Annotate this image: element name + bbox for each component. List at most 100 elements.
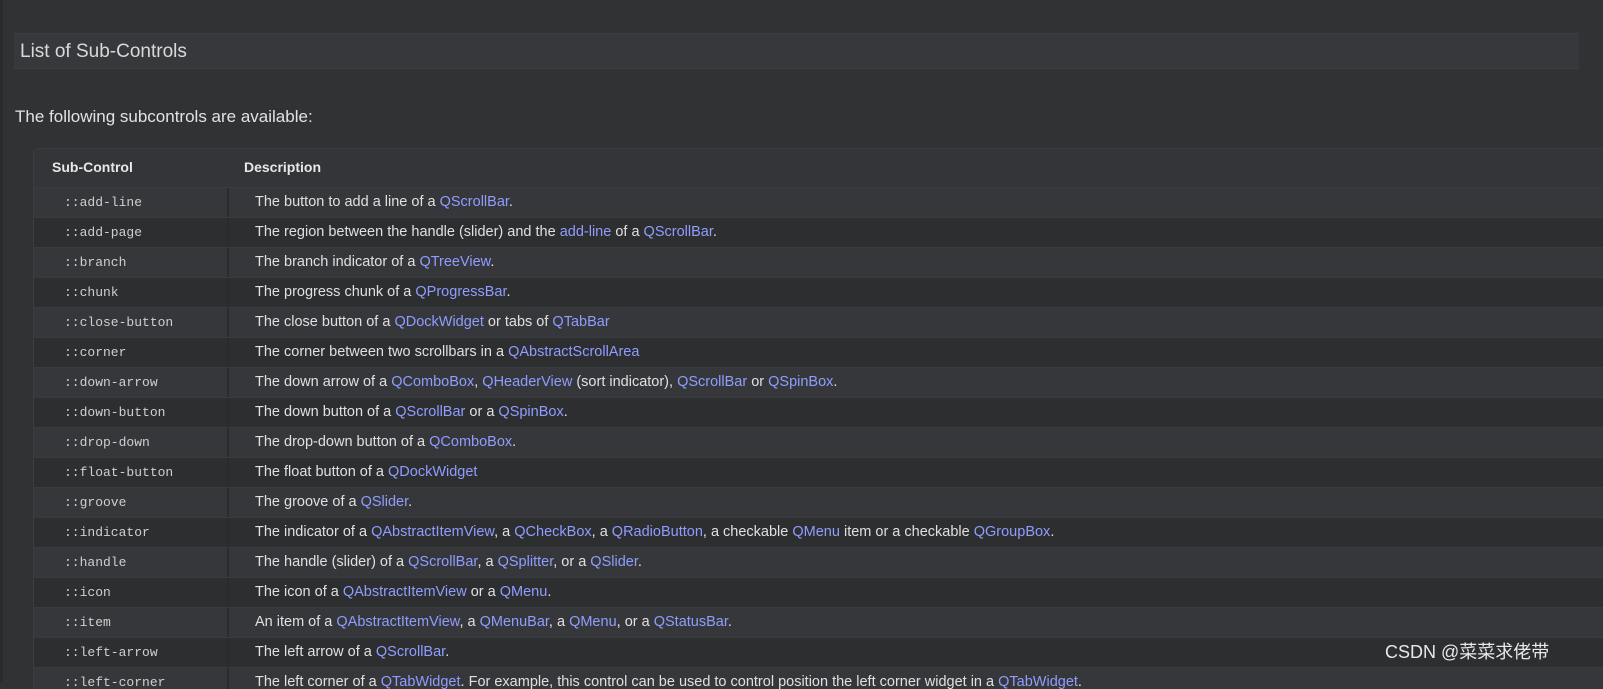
table-row: ::item An item of a QAbstractItemView, a … <box>34 607 1603 637</box>
class-link[interactable]: QSlider <box>590 554 638 570</box>
description-text: , a <box>477 554 498 570</box>
description-text: The handle (slider) of a <box>255 554 409 570</box>
class-link[interactable]: QAbstractScrollArea <box>508 344 639 360</box>
class-link[interactable]: QMenu <box>569 614 617 630</box>
sub-control-cell: ::indicator <box>38 518 229 547</box>
description-text: . <box>445 644 450 660</box>
description-text: . <box>833 374 838 390</box>
description-cell: The float button of a QDockWidget <box>255 458 477 487</box>
description-text: of a <box>611 224 644 240</box>
class-link[interactable]: QAbstractItemView <box>336 614 459 630</box>
class-link[interactable]: QComboBox <box>429 434 512 450</box>
description-text: . <box>506 284 511 300</box>
table-row: ::add-page The region between the handle … <box>34 217 1603 247</box>
header-sub-control: Sub-Control <box>52 159 133 175</box>
description-text: , or a <box>616 614 654 630</box>
description-cell: The corner between two scrollbars in a Q… <box>255 338 639 367</box>
csdn-watermark: CSDN @菜菜求佬带 <box>1385 642 1550 662</box>
description-text: The left corner of a <box>255 674 381 689</box>
class-link[interactable]: QSlider <box>361 494 409 510</box>
description-cell: The groove of a QSlider. <box>255 488 412 517</box>
description-text: The icon of a <box>255 584 343 600</box>
description-text: . <box>712 224 717 240</box>
description-text: or a <box>465 404 499 420</box>
table-row: ::add-line The button to add a line of a … <box>34 187 1603 217</box>
description-text: . <box>508 194 513 210</box>
class-link[interactable]: QMenu <box>792 524 840 540</box>
description-text: The branch indicator of a <box>255 254 420 270</box>
description-text: or <box>747 374 769 390</box>
sub-control-cell: ::handle <box>38 548 229 577</box>
description-text: The progress chunk of a <box>255 284 416 300</box>
class-link[interactable]: QSpinBox <box>768 374 833 390</box>
class-link[interactable]: QMenuBar <box>480 614 549 630</box>
class-link[interactable]: QAbstractItemView <box>343 584 467 600</box>
sub-control-cell: ::branch <box>38 248 229 277</box>
class-link[interactable]: QDockWidget <box>394 314 483 330</box>
intro-text: The following subcontrols are available: <box>15 107 313 126</box>
class-link[interactable]: QSpinBox <box>498 404 563 420</box>
sub-control-cell: ::chunk <box>38 278 229 307</box>
class-link[interactable]: QScrollBar <box>376 644 445 660</box>
sub-control-cell: ::add-page <box>38 218 229 247</box>
class-link[interactable]: QScrollBar <box>440 194 509 210</box>
class-link[interactable]: QHeaderView <box>482 374 572 390</box>
description-cell: The progress chunk of a QProgressBar. <box>255 278 511 307</box>
sub-control-cell: ::down-arrow <box>38 368 229 397</box>
table-row: ::corner The corner between two scrollbar… <box>34 337 1603 367</box>
description-cell: The down arrow of a QComboBox, QHeaderVi… <box>255 368 837 397</box>
subcontrols-table: Sub-Control Description ::add-line The bu… <box>33 148 1603 689</box>
class-link[interactable]: QDockWidget <box>388 464 477 480</box>
table-row: ::left-arrow The left arrow of a QScrollB… <box>34 637 1603 667</box>
description-text: , a <box>591 524 612 540</box>
description-text: or a <box>466 584 500 600</box>
description-text: . For example, this control can be used … <box>460 674 999 689</box>
table-row: ::close-button The close button of a QDoc… <box>34 307 1603 337</box>
description-cell: The branch indicator of a QTreeView. <box>255 248 494 277</box>
description-text: The indicator of a <box>255 524 372 540</box>
left-edge-strip <box>0 0 3 683</box>
class-link[interactable]: QMenu <box>500 584 548 600</box>
sub-control-cell: ::drop-down <box>38 428 229 457</box>
description-text: The down button of a <box>255 404 396 420</box>
description-text: The corner between two scrollbars in a <box>255 344 509 360</box>
description-cell: The indicator of a QAbstractItemView , a … <box>255 518 1054 547</box>
class-link[interactable]: QRadioButton <box>612 524 703 540</box>
description-text: The region between the handle (slider) a… <box>255 224 560 240</box>
class-link[interactable]: QScrollBar <box>395 404 465 420</box>
description-cell: An item of a QAbstractItemView, a QMenuB… <box>255 608 732 637</box>
sub-control-cell: ::down-button <box>38 398 229 427</box>
description-text: The close button of a <box>255 314 395 330</box>
class-link[interactable]: QCheckBox <box>514 524 591 540</box>
table-body: ::add-line The button to add a line of a … <box>34 187 1603 689</box>
class-link[interactable]: QScrollBar <box>677 374 747 390</box>
description-text: The groove of a <box>255 494 361 510</box>
class-link[interactable]: QGroupBox <box>974 524 1051 540</box>
class-link[interactable]: QTabWidget <box>998 674 1078 689</box>
class-link[interactable]: QSplitter <box>498 554 554 570</box>
description-cell: The drop-down button of a QComboBox. <box>255 428 516 457</box>
class-link[interactable]: QAbstractItemView <box>371 524 494 540</box>
table-row: ::indicator The indicator of a QAbstractI… <box>34 517 1603 547</box>
class-link[interactable]: QTreeView <box>419 254 490 270</box>
section-title: List of Sub-Controls <box>20 41 187 62</box>
class-link[interactable]: QStatusBar <box>654 614 728 630</box>
description-text: The float button of a <box>255 464 389 480</box>
description-text: (sort indicator), <box>572 374 678 390</box>
class-link[interactable]: add-line <box>560 224 612 240</box>
description-text: , or a <box>553 554 591 570</box>
description-text: . <box>1077 674 1082 689</box>
table-header-row: Sub-Control Description <box>34 149 1603 187</box>
description-text: item or a checkable <box>839 524 974 540</box>
class-link[interactable]: QScrollBar <box>408 554 477 570</box>
sub-control-cell: ::corner <box>38 338 229 367</box>
class-link[interactable]: QTabWidget <box>381 674 461 689</box>
class-link[interactable]: QComboBox <box>391 374 474 390</box>
sub-control-cell: ::float-button <box>38 458 229 487</box>
section-header: List of Sub-Controls <box>14 33 1579 69</box>
class-link[interactable]: QTabBar <box>552 314 609 330</box>
sub-control-cell: ::item <box>38 608 229 637</box>
class-link[interactable]: QProgressBar <box>415 284 506 300</box>
sub-control-cell: ::add-line <box>38 188 229 217</box>
class-link[interactable]: QScrollBar <box>644 224 713 240</box>
